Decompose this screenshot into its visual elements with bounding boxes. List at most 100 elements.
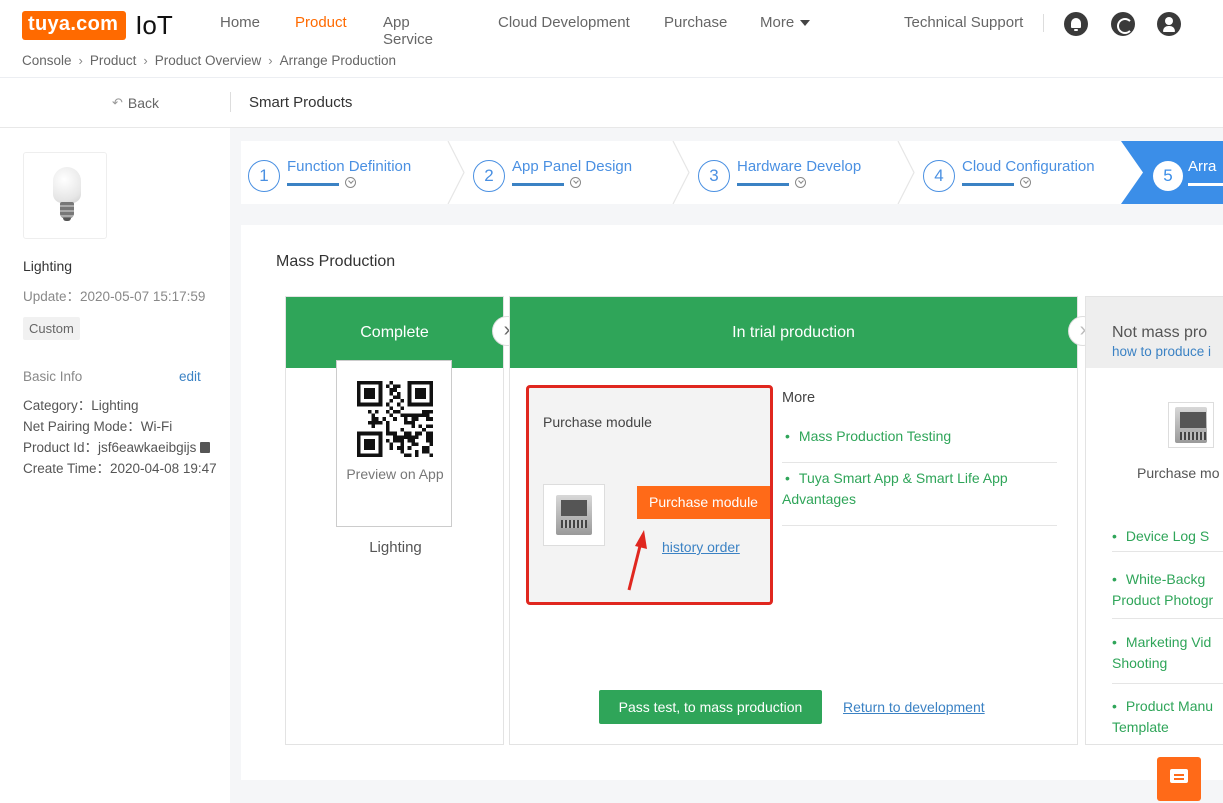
back-bar-divider (230, 92, 231, 112)
qr-module (393, 417, 397, 421)
qr-module (396, 395, 401, 400)
product-sidebar: Lighting Update：2020-05-07 15:17:59 Cust… (0, 128, 230, 803)
chat-support-icon[interactable] (1157, 757, 1201, 801)
qr-module (367, 438, 372, 443)
step-arrange-production[interactable]: 5 Arra (1121, 141, 1223, 204)
qr-module (375, 420, 379, 425)
qr-module (407, 438, 412, 443)
breadcrumb-product[interactable]: Product (90, 53, 137, 68)
qr-module (364, 431, 368, 436)
qr-module (364, 391, 368, 396)
step-separator (672, 141, 690, 204)
more-item-app-advantages[interactable]: • Tuya Smart App & Smart Life App Advanta… (782, 468, 1057, 526)
qr-module (429, 395, 433, 400)
qr-module (414, 413, 419, 418)
product-id-row: Product Id：jsf6eawkaeibgijs (23, 437, 233, 458)
chevron-down-icon[interactable] (345, 177, 356, 188)
progress-steps: 1 Function Definition 2 App Panel Design… (241, 141, 1223, 204)
qr-module (393, 435, 397, 439)
qr-module (385, 438, 390, 443)
bullet: • (785, 428, 790, 444)
qr-module (375, 402, 379, 407)
bell-icon[interactable] (1064, 12, 1088, 36)
nav-cloud-development[interactable]: Cloud Development (498, 14, 630, 31)
qr-module (371, 431, 376, 436)
pass-test-button[interactable]: Pass test, to mass production (599, 690, 822, 724)
qr-module (385, 424, 390, 429)
qr-module (378, 438, 383, 443)
qr-module (378, 420, 383, 425)
step-cloud-configuration[interactable]: 4 Cloud Configuration (916, 141, 1121, 204)
nav-home[interactable]: Home (220, 14, 260, 31)
qr-module (378, 384, 383, 389)
qr-module (375, 431, 379, 436)
chevron-down-icon[interactable] (570, 177, 581, 188)
step-number: 3 (698, 160, 730, 192)
nav-purchase[interactable]: Purchase (664, 14, 727, 31)
qr-module (407, 446, 412, 450)
qr-module (378, 381, 383, 385)
qr-module (411, 435, 415, 439)
step-function-definition[interactable]: 1 Function Definition (241, 141, 466, 204)
purchase-module-button[interactable]: Purchase module (637, 486, 770, 519)
history-order-link[interactable]: history order (662, 539, 740, 555)
step-label: App Panel Design (512, 158, 633, 175)
qr-module (404, 420, 408, 425)
qr-module (422, 449, 426, 454)
qr-module (393, 409, 397, 414)
nav-more[interactable]: More (760, 14, 811, 31)
chevron-down-icon[interactable] (795, 177, 806, 188)
nav-divider (1043, 14, 1044, 32)
step-hardware-develop[interactable]: 3 Hardware Develop (691, 141, 916, 204)
more-item-mass-production-testing[interactable]: • Mass Production Testing (782, 426, 1057, 463)
qr-module (429, 381, 433, 385)
step-app-panel-design[interactable]: 2 App Panel Design (466, 141, 691, 204)
breadcrumb-console[interactable]: Console (22, 53, 72, 68)
tuya-logo[interactable]: tuya.com IoT (22, 8, 173, 42)
qr-module (407, 399, 412, 403)
step-separator (897, 141, 915, 204)
qr-module (418, 381, 423, 385)
nav-app-service[interactable]: App Service (383, 14, 433, 48)
module-image (1168, 402, 1214, 448)
preview-on-app-text: Preview on App (346, 466, 444, 482)
back-button[interactable]: ↶ Back (112, 95, 159, 111)
service-product-manual[interactable]: • Product Manu Template (1112, 696, 1223, 746)
service-device-log[interactable]: • Device Log S (1112, 526, 1223, 552)
message-icon[interactable] (1111, 12, 1135, 36)
module-image (543, 484, 605, 546)
stage-not-mass-production: Not mass pro how to produce i Purchase m… (1085, 296, 1223, 745)
back-label: Back (127, 95, 160, 111)
how-to-produce-link[interactable]: how to produce i (1112, 344, 1211, 359)
qr-module (422, 446, 426, 450)
copy-icon[interactable] (200, 442, 211, 453)
user-icon[interactable] (1157, 12, 1181, 36)
qr-module (422, 402, 426, 407)
wifi-module-chip (556, 495, 592, 535)
qr-module (422, 381, 426, 385)
qr-module (411, 442, 415, 447)
qr-module (378, 446, 383, 450)
qr-module (407, 402, 412, 407)
qr-module (367, 391, 372, 396)
service-marketing-video[interactable]: • Marketing Vid Shooting (1112, 632, 1223, 684)
qr-module (425, 446, 430, 450)
qr-module (425, 402, 430, 407)
nav-technical-support[interactable]: Technical Support (904, 14, 1023, 31)
qr-module (396, 402, 401, 407)
qr-module (429, 435, 433, 439)
stage-complete: Complete Preview on App Lighting (285, 296, 504, 745)
edit-link[interactable]: edit (179, 369, 201, 384)
return-to-development-link[interactable]: Return to development (843, 699, 985, 715)
qr-module (360, 381, 365, 385)
qr-module (404, 431, 408, 436)
qr-module (378, 431, 383, 436)
nav-product[interactable]: Product (295, 14, 347, 31)
breadcrumb-product-overview[interactable]: Product Overview (155, 53, 262, 68)
stage-not-mass-header: Not mass pro how to produce i (1086, 297, 1223, 368)
service-product-photography[interactable]: • White-Backg Product Photogr (1112, 569, 1223, 619)
qr-module (357, 431, 361, 436)
create-time-info: Create Time：2020-04-08 19:47 (23, 461, 217, 476)
qr-module (367, 388, 372, 392)
chevron-down-icon[interactable] (1020, 177, 1031, 188)
